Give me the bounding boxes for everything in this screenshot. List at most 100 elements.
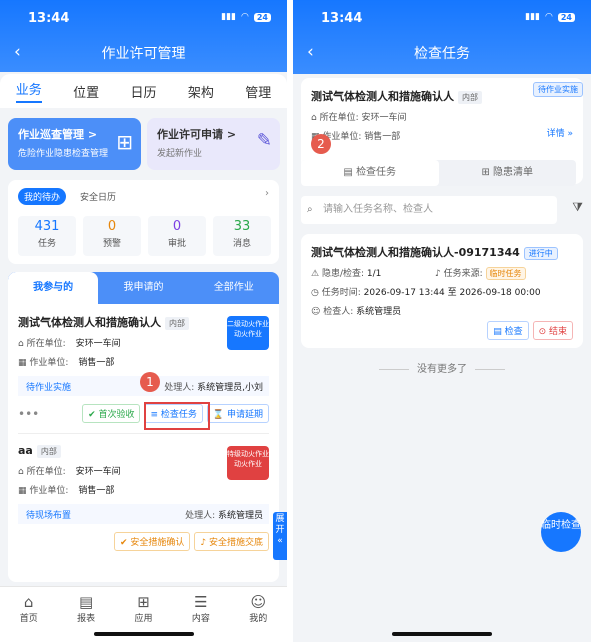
handler-label: 处理人: <box>164 383 195 393</box>
inspect-button[interactable]: ▤ 检查 <box>487 321 529 340</box>
status-time: 13:44 <box>321 11 363 26</box>
permit-name: 测试气体检测人和措施确认人 <box>311 90 454 103</box>
user-icon: ☺ <box>311 307 324 317</box>
tab-applied[interactable]: 我申请的 <box>98 272 188 304</box>
work-value: 销售一部 <box>78 486 115 496</box>
permit-tag: 内部 <box>458 91 482 104</box>
bell-icon: ♪ <box>435 269 444 279</box>
nav-home[interactable]: ⌂ 首页 <box>20 593 38 642</box>
page-title: 检查任务 <box>414 46 470 62</box>
bell-icon: ♪ <box>200 538 209 548</box>
tab-all[interactable]: 全部作业 <box>189 272 279 304</box>
location-icon: ⌂ <box>18 467 27 477</box>
first-acceptance-button[interactable]: ✔ 首次验收 <box>82 404 141 423</box>
nav-me[interactable]: ☺ 我的 <box>249 593 267 642</box>
building-icon: ▦ <box>18 486 30 496</box>
finish-button[interactable]: ⊙ 结束 <box>532 321 573 340</box>
item-name: 测试气体检测人和措施确认人 <box>18 316 161 329</box>
ratio-value: 1/1 <box>366 269 382 279</box>
no-more-text: 没有更多了 <box>293 360 591 375</box>
item-tag: 内部 <box>36 445 61 458</box>
content-icon: ☰ <box>194 593 208 611</box>
task-card[interactable]: 测试气体检测人和措施确认人-09171344 进行中 ⚠ 隐患/检查: 1/1 ♪… <box>301 234 583 348</box>
location-icon: ⌂ <box>311 113 320 123</box>
stat-warnings[interactable]: 0 预警 <box>83 216 141 256</box>
location-icon: ⌂ <box>18 339 27 349</box>
safety-briefing-button[interactable]: ♪ 安全措施交底 <box>194 532 269 551</box>
tab-location[interactable]: 位置 <box>73 82 99 101</box>
callout-1: 1 <box>140 372 160 392</box>
status-icons: ▮▮▮ ◠ 24 <box>525 12 575 22</box>
grid-icon: ⊞ <box>481 167 494 178</box>
more-icon[interactable]: ••• <box>18 407 39 421</box>
filter-icon[interactable]: ⧩ <box>572 200 583 215</box>
status-icons: ▮▮▮ ◠ 24 <box>221 12 271 22</box>
signal-icon: ▮▮▮ <box>221 12 236 22</box>
work-value: 销售一部 <box>78 358 115 368</box>
hourglass-icon: ⌛ <box>212 410 227 420</box>
checker-value: 系统管理员 <box>356 307 402 317</box>
document-icon: ▤ <box>493 327 505 337</box>
apps-icon: ⊞ <box>137 593 150 611</box>
item-tag: 内部 <box>165 317 189 330</box>
tab-calendar[interactable]: 日历 <box>130 82 156 101</box>
screen-work-permit: 13:44 ▮▮▮ ◠ 24 ‹ 作业许可管理 业务 位置 日历 架构 管理 作业巡… <box>0 0 287 642</box>
list-item[interactable]: aa 内部 ⌂ 所在单位: 安环一车间 ▦ 作业单位: 销售一部 特级动火作业 动火作… <box>8 434 279 561</box>
time-value: 2026-09-17 13:44 至 2026-09-18 00:00 <box>363 288 541 298</box>
report-icon: ▤ <box>78 593 94 611</box>
source-value: 临时任务 <box>485 267 526 280</box>
chevron-right-icon[interactable]: › <box>265 188 269 199</box>
search-icon: ⌕ <box>307 204 313 215</box>
patrol-card[interactable]: 作业巡查管理 > 危险作业隐患检查管理 ⊞ <box>8 118 141 170</box>
work-value: 销售一部 <box>364 132 401 142</box>
tab-structure[interactable]: 架构 <box>188 82 214 101</box>
checker-label: 检查人: <box>323 307 354 317</box>
stat-messages[interactable]: 33 消息 <box>213 216 271 256</box>
nav-content[interactable]: ☰ 内容 <box>192 593 210 642</box>
grid-icon: ⊞ <box>116 130 133 154</box>
unit-label: 所在单位: <box>26 339 66 349</box>
expand-tab[interactable]: 展开 « <box>273 512 287 560</box>
tab-safety-calendar[interactable]: 安全日历 <box>80 190 116 203</box>
double-chevron-left-icon: « <box>277 536 283 546</box>
status-text: 待现场布置 <box>26 511 72 521</box>
apply-title: 作业许可申请 > <box>157 128 237 141</box>
page-title: 作业许可管理 <box>101 46 186 62</box>
stat-approvals[interactable]: 0 审批 <box>148 216 206 256</box>
unit-value: 安环一车间 <box>75 467 121 477</box>
home-indicator <box>93 632 194 636</box>
nav-reports[interactable]: ▤ 报表 <box>77 593 95 642</box>
safety-confirm-button[interactable]: ✔ 安全措施确认 <box>113 532 191 551</box>
signal-icon: ▮▮▮ <box>525 12 540 22</box>
handler-value: 系统管理员 <box>217 511 263 521</box>
tab-my-pending[interactable]: 我的待办 <box>18 188 67 205</box>
stop-icon: ⊙ <box>538 327 549 337</box>
top-tabs: 业务 位置 日历 架构 管理 <box>0 74 287 108</box>
wifi-icon: ◠ <box>241 12 249 22</box>
time-label: 任务时间: <box>321 288 361 298</box>
detail-link[interactable]: 详情 » <box>547 126 573 139</box>
pencil-icon: ✎ <box>256 130 272 151</box>
tab-inspection-task[interactable]: ▤ 检查任务 <box>301 160 439 186</box>
apply-card[interactable]: 作业许可申请 > 发起新作业 ✎ <box>147 118 280 170</box>
handler-value: 系统管理员,小刘 <box>197 383 263 393</box>
ratio-label: 隐患/检查: <box>321 269 365 279</box>
tab-participated[interactable]: 我参与的 <box>8 272 99 304</box>
unit-label: 所在单位: <box>26 467 66 477</box>
apply-sub: 发起新作业 <box>157 149 203 159</box>
item-name: aa <box>18 444 33 457</box>
tab-manage[interactable]: 管理 <box>245 82 271 101</box>
screen-inspection-task: 13:44 ▮▮▮ ◠ 24 ‹ 检查任务 测试气体检测人和措施确认人 内部 待作业实… <box>293 0 591 642</box>
wifi-icon: ◠ <box>545 12 553 22</box>
status-row: 待现场布置 处理人: 系统管理员 <box>18 504 269 524</box>
patrol-title: 作业巡查管理 > <box>18 128 98 141</box>
level-badge: 特级动火作业 动火作业 <box>227 446 269 480</box>
tab-business[interactable]: 业务 <box>15 79 42 103</box>
apply-extension-button[interactable]: ⌛ 申请延期 <box>206 404 269 423</box>
unit-label: 所在单位: <box>319 113 359 123</box>
search-input[interactable]: ⌕ 请输入任务名称、检查人 <box>301 196 557 224</box>
temp-inspection-button[interactable]: 临时检查 <box>541 512 581 552</box>
work-label: 作业单位: <box>29 358 69 368</box>
tab-hazard-list[interactable]: ⊞ 隐患清单 <box>439 160 577 186</box>
stat-tasks[interactable]: 431 任务 <box>18 216 76 256</box>
